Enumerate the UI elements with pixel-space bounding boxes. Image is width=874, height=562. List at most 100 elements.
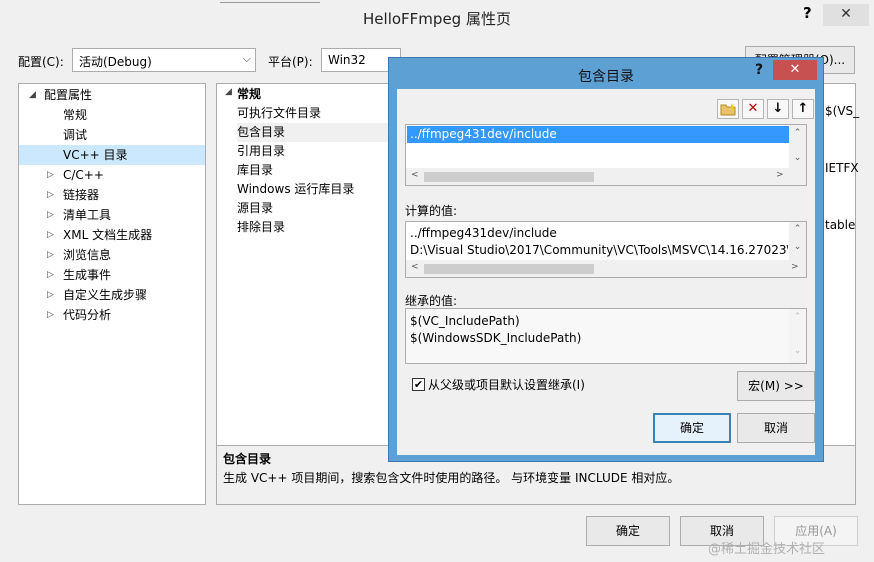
dialog-close-button[interactable]: ✕ <box>773 60 817 80</box>
arrow-up-icon[interactable]: ↑ <box>792 99 814 119</box>
tree-item-custom-build-step[interactable]: ▷ 自定义生成步骤 <box>19 285 205 305</box>
tree-item-c-cpp[interactable]: ▷ C/C++ <box>19 165 205 185</box>
description-text: 生成 VC++ 项目期间，搜索包含文件时使用的路径。 与环境变量 INCLUDE… <box>223 471 680 485</box>
inherited-line: $(WindowsSDK_IncludePath) <box>410 331 582 345</box>
scroll-down-icon[interactable]: ⌄ <box>789 242 806 252</box>
tree-item-label: 调试 <box>63 128 88 142</box>
scroll-left-icon[interactable]: < <box>411 170 419 180</box>
arrow-down-icon[interactable]: ↓ <box>767 99 789 119</box>
inherit-checkbox[interactable]: ✔ <box>412 378 425 391</box>
tree-item-general[interactable]: 常规 <box>19 105 205 125</box>
dialog-body: ✕ ↓ ↑ ../ffmpeg431dev/include ⌃ ⌄ < > 计算… <box>397 89 815 455</box>
expand-icon[interactable]: ▷ <box>47 185 54 205</box>
evaluated-line: D:\Visual Studio\2017\Community\VC\Tools… <box>410 243 788 257</box>
grid-row-exclude-dirs[interactable]: 排除目录 <box>237 218 285 237</box>
expand-icon[interactable]: ▷ <box>47 265 54 285</box>
grid-section-general[interactable]: 常规 <box>237 85 261 104</box>
scrollbar-thumb[interactable] <box>424 172 594 182</box>
vertical-scrollbar[interactable]: ⌃ ⌄ <box>789 125 806 170</box>
chevron-down-icon: ⌵ <box>242 52 251 65</box>
scroll-left-icon[interactable]: < <box>411 262 419 272</box>
config-label: 配置(C): <box>18 55 64 69</box>
description-title: 包含目录 <box>223 452 272 466</box>
macros-button[interactable]: 宏(M) >> <box>737 371 815 401</box>
property-tree: ◢ 配置属性 常规 调试 VC++ 目录 ▷ C/C++ ▷ 链接器 ▷ 清单工… <box>18 83 206 505</box>
tree-item-label: XML 文档生成器 <box>63 228 153 242</box>
horizontal-scrollbar[interactable]: < > <box>406 260 806 277</box>
grid-value-partial: table <box>825 218 856 232</box>
scrollbar-thumb[interactable] <box>424 264 594 274</box>
tree-item-label: 常规 <box>63 108 88 122</box>
vertical-scrollbar: ⌃ ⌄ <box>789 309 806 363</box>
scroll-up-icon[interactable]: ⌃ <box>789 128 806 138</box>
scroll-down-icon: ⌄ <box>793 346 802 356</box>
expand-icon[interactable]: ▷ <box>47 285 54 305</box>
inherit-checkbox-label[interactable]: 从父级或项目默认设置继承(I) <box>428 376 585 393</box>
tree-item-label: 链接器 <box>63 188 100 202</box>
tree-item-xml-doc-generator[interactable]: ▷ XML 文档生成器 <box>19 225 205 245</box>
watermark: @稀土掘金技术社区 <box>708 542 826 557</box>
close-button[interactable]: ✕ <box>823 4 869 26</box>
grid-row-windows-runtime-dirs[interactable]: Windows 运行库目录 <box>237 180 354 199</box>
tree-item-label: 清单工具 <box>63 208 112 222</box>
grid-value-partial: $(VS_ <box>825 104 860 118</box>
vertical-scrollbar[interactable]: ⌃ ⌄ <box>789 222 806 260</box>
scroll-up-icon[interactable]: ⌃ <box>789 224 806 234</box>
tree-item-build-events[interactable]: ▷ 生成事件 <box>19 265 205 285</box>
expand-icon[interactable]: ▷ <box>47 165 54 185</box>
grid-row-reference-dirs[interactable]: 引用目录 <box>237 142 285 161</box>
grid-row-library-dirs[interactable]: 库目录 <box>237 161 273 180</box>
background-window-edge <box>220 0 320 3</box>
new-folder-icon[interactable] <box>717 99 739 119</box>
tree-item-linker[interactable]: ▷ 链接器 <box>19 185 205 205</box>
expand-icon[interactable]: ▷ <box>47 225 54 245</box>
config-value: 活动(Debug) <box>79 55 152 69</box>
include-dirs-dialog: 包含目录 ? ✕ ✕ ↓ ↑ ../ffmpeg431dev/include ⌃… <box>388 57 824 462</box>
grid-row-executable-dirs[interactable]: 可执行文件目录 <box>237 104 321 123</box>
grid-row-source-dirs[interactable]: 源目录 <box>237 199 273 218</box>
tree-item-label: 配置属性 <box>44 88 93 102</box>
ok-button[interactable]: 确定 <box>586 516 670 546</box>
scroll-up-icon: ⌃ <box>793 312 802 322</box>
tree-item-label: C/C++ <box>63 168 104 182</box>
grid-row-include-dirs[interactable]: 包含目录 <box>237 123 391 142</box>
horizontal-scrollbar[interactable]: < > <box>406 168 806 185</box>
tree-item-label: 代码分析 <box>63 308 112 322</box>
platform-label: 平台(P): <box>268 55 313 69</box>
tree-item-label: 生成事件 <box>63 268 112 282</box>
evaluated-line: ../ffmpeg431dev/include <box>410 226 557 240</box>
expand-icon[interactable]: ▷ <box>47 305 54 325</box>
inherited-value-box: $(VC_IncludePath) $(WindowsSDK_IncludePa… <box>405 308 807 364</box>
tree-item-code-analysis[interactable]: ▷ 代码分析 <box>19 305 205 325</box>
dialog-cancel-button[interactable]: 取消 <box>737 413 815 443</box>
evaluated-label: 计算的值: <box>405 204 458 218</box>
window-title: HelloFFmpeg 属性页 <box>363 10 511 28</box>
list-item-selected[interactable]: ../ffmpeg431dev/include <box>407 126 789 143</box>
scroll-down-icon[interactable]: ⌄ <box>789 153 806 163</box>
scroll-right-icon[interactable]: > <box>791 262 799 272</box>
dialog-help-button[interactable]: ? <box>755 62 763 78</box>
tree-item-label: 自定义生成步骤 <box>63 288 148 302</box>
tree-item-browse-info[interactable]: ▷ 浏览信息 <box>19 245 205 265</box>
title-bar: HelloFFmpeg 属性页 ? ✕ <box>0 0 874 38</box>
tree-item-label: VC++ 目录 <box>63 148 128 162</box>
config-select[interactable]: 活动(Debug) ⌵ <box>72 48 256 72</box>
expand-icon[interactable]: ▷ <box>47 245 54 265</box>
expand-icon[interactable]: ▷ <box>47 205 54 225</box>
inherited-line: $(VC_IncludePath) <box>410 314 520 328</box>
collapse-icon[interactable]: ◢ <box>29 85 36 105</box>
tree-item-config-properties[interactable]: ◢ 配置属性 <box>19 85 205 105</box>
help-button[interactable]: ? <box>803 4 812 22</box>
grid-value-partial: IETFX <box>825 161 859 175</box>
delete-icon[interactable]: ✕ <box>742 99 764 119</box>
scroll-right-icon[interactable]: > <box>776 170 784 180</box>
platform-value: Win32 <box>328 53 366 67</box>
tree-item-manifest-tool[interactable]: ▷ 清单工具 <box>19 205 205 225</box>
tree-item-debugging[interactable]: 调试 <box>19 125 205 145</box>
include-dirs-list[interactable]: ../ffmpeg431dev/include ⌃ ⌄ < > <box>405 124 807 186</box>
evaluated-value-box: ../ffmpeg431dev/include D:\Visual Studio… <box>405 221 807 278</box>
inherited-label: 继承的值: <box>405 294 458 308</box>
collapse-icon[interactable]: ◢ <box>225 87 232 97</box>
dialog-ok-button[interactable]: 确定 <box>653 413 731 443</box>
tree-item-vc-directories[interactable]: VC++ 目录 <box>19 145 205 165</box>
